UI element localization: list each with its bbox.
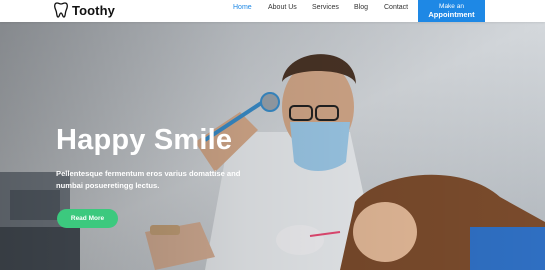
hero-description: Pellentesque fermentum eros varius domat… <box>56 169 241 190</box>
nav-item-home[interactable]: Home <box>233 4 252 11</box>
read-more-button[interactable]: Read More <box>57 209 118 228</box>
tooth-icon <box>54 2 68 18</box>
hero-title: Happy Smile <box>56 124 233 156</box>
hero-section: Happy Smile Pellentesque fermentum eros … <box>0 22 545 270</box>
cta-line-2: Appointment <box>428 10 475 19</box>
nav-item-services[interactable]: Services <box>312 4 339 11</box>
nav-item-contact[interactable]: Contact <box>384 4 408 11</box>
brand-name: Toothy <box>72 2 115 18</box>
make-appointment-button[interactable]: Make an Appointment <box>418 0 485 22</box>
nav-item-blog[interactable]: Blog <box>354 4 368 11</box>
site-header: Toothy Home About Us Services Blog Conta… <box>0 0 545 22</box>
landing-page: Toothy Home About Us Services Blog Conta… <box>0 0 545 270</box>
nav-item-about-us[interactable]: About Us <box>268 4 297 11</box>
brand-logo[interactable]: Toothy <box>54 1 115 19</box>
